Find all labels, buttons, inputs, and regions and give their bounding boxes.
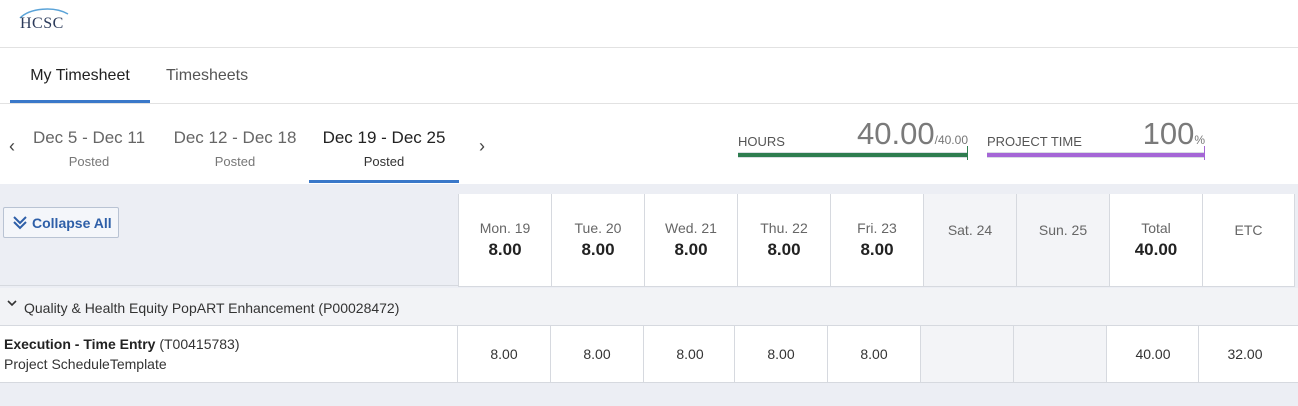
day-header-tue: Tue. 20 8.00	[551, 194, 644, 287]
day-header-sun: Sun. 25	[1016, 194, 1109, 287]
collapse-all-label: Collapse All	[32, 215, 112, 231]
day-header-fri: Fri. 23 8.00	[830, 194, 923, 287]
week-dec-12[interactable]: Dec 12 - Dec 18 Posted	[172, 128, 298, 169]
collapse-all-button[interactable]: Collapse All	[3, 207, 119, 238]
day-name: Sat. 24	[947, 222, 993, 238]
day-header-wed: Wed. 21 8.00	[644, 194, 737, 287]
hours-meter: HOURS 40.00/40.00	[738, 112, 968, 168]
project-time-value: 100%	[1142, 116, 1205, 151]
hours-target-marker	[967, 146, 968, 160]
day-hours: 8.00	[488, 240, 522, 259]
hours-value: 40.00/40.00	[857, 116, 968, 151]
next-week-chevron-icon[interactable]: ›	[474, 136, 490, 157]
week-status: Posted	[68, 154, 110, 169]
project-time-progress-fill	[987, 153, 1205, 157]
etc-header: ETC	[1202, 194, 1295, 287]
chevron-down-icon[interactable]	[6, 297, 18, 309]
tab-my-timesheet[interactable]: My Timesheet	[10, 49, 150, 103]
week-range: Dec 12 - Dec 18	[173, 128, 297, 147]
hours-total: /40.00	[934, 133, 968, 147]
hours-progress-track	[738, 146, 968, 160]
week-dec-19[interactable]: Dec 19 - Dec 25 Posted	[309, 128, 459, 169]
project-time-target-marker	[1204, 146, 1205, 160]
task-etc[interactable]: 32.00	[1198, 326, 1291, 382]
day-header-sat: Sat. 24	[923, 194, 1016, 287]
time-entry-thu[interactable]: 8.00	[734, 326, 827, 382]
day-name: Fri. 23	[857, 220, 897, 236]
time-entry-sun[interactable]	[1013, 326, 1106, 382]
hours-label: HOURS	[738, 134, 785, 149]
day-hours: 8.00	[767, 240, 801, 259]
day-name: Wed. 21	[665, 220, 717, 236]
logo-text: HCSC	[20, 15, 64, 32]
week-range: Dec 19 - Dec 25	[322, 128, 446, 147]
time-entry-sat[interactable]	[920, 326, 1013, 382]
project-row[interactable]: Quality & Health Equity PopART Enhanceme…	[0, 288, 1298, 326]
day-header-thu: Thu. 22 8.00	[737, 194, 830, 287]
etc-label: ETC	[1234, 222, 1263, 238]
day-name: Thu. 22	[760, 220, 808, 236]
day-name: Mon. 19	[479, 220, 531, 236]
day-hours: 8.00	[860, 240, 894, 259]
project-title: Quality & Health Equity PopART Enhanceme…	[24, 300, 400, 316]
task-total: 40.00	[1106, 326, 1199, 382]
hcsc-logo[interactable]: HCSC	[18, 6, 78, 36]
task-info: Execution - Time Entry (T00415783) Proje…	[4, 336, 240, 372]
prev-week-chevron-icon[interactable]: ‹	[4, 136, 20, 157]
task-row: Execution - Time Entry (T00415783) Proje…	[0, 326, 1298, 383]
project-time-progress-track	[987, 146, 1205, 160]
time-entry-tue[interactable]: 8.00	[550, 326, 643, 382]
top-bar: HCSC	[0, 0, 1298, 48]
week-dec-5[interactable]: Dec 5 - Dec 11 Posted	[30, 128, 148, 169]
grid-header-left: Collapse All	[0, 184, 458, 286]
tab-timesheets[interactable]: Timesheets	[166, 49, 248, 103]
time-entry-mon[interactable]: 8.00	[457, 326, 550, 382]
project-time-label: PROJECT TIME	[987, 134, 1082, 149]
task-template: Project ScheduleTemplate	[4, 356, 167, 372]
day-hours: 8.00	[674, 240, 708, 259]
active-week-indicator	[309, 180, 459, 183]
total-hours: 40.00	[1134, 240, 1178, 259]
project-time-unit: %	[1194, 133, 1205, 147]
total-label: Total	[1141, 220, 1171, 236]
project-time-meter: PROJECT TIME 100%	[987, 112, 1205, 168]
week-range: Dec 5 - Dec 11	[32, 128, 146, 147]
day-name: Sun. 25	[1038, 222, 1088, 238]
task-name: Execution - Time Entry	[4, 336, 156, 352]
time-entry-wed[interactable]: 8.00	[643, 326, 736, 382]
double-chevron-down-icon	[13, 216, 27, 230]
time-entry-fri[interactable]: 8.00	[827, 326, 920, 382]
timesheet-grid: Collapse All Mon. 19 8.00 Tue. 20 8.00 W…	[0, 184, 1298, 406]
week-status: Posted	[363, 154, 405, 169]
week-navigation: ‹ Dec 5 - Dec 11 Posted Dec 12 - Dec 18 …	[0, 104, 1298, 184]
total-header: Total 40.00	[1109, 194, 1202, 287]
week-status: Posted	[214, 154, 256, 169]
tab-bar: My Timesheet Timesheets	[0, 49, 1298, 104]
day-header-mon: Mon. 19 8.00	[458, 194, 551, 287]
hours-progress-fill	[738, 153, 968, 157]
day-hours: 8.00	[581, 240, 615, 259]
day-name: Tue. 20	[574, 220, 622, 236]
task-code: (T00415783)	[155, 336, 240, 352]
